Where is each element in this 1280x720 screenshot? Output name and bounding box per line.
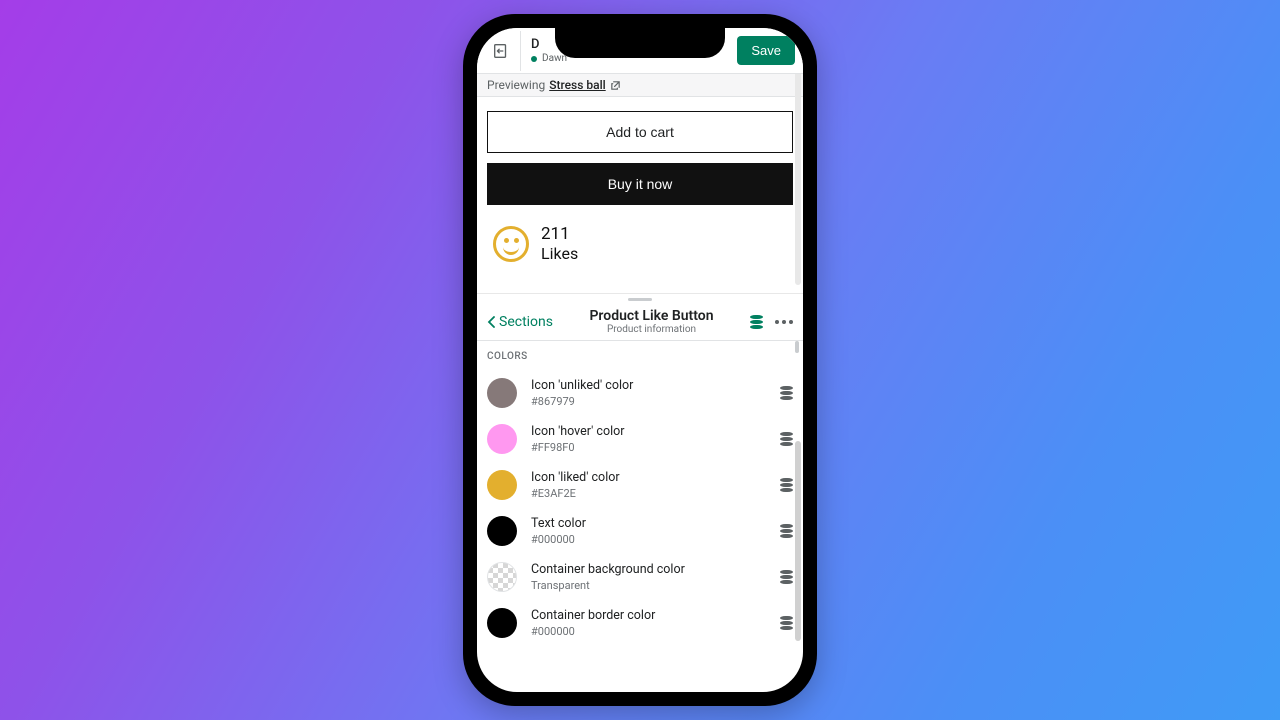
color-name: Text color [531,516,766,531]
buy-now-button[interactable]: Buy it now [487,163,793,205]
dynamic-source-icon[interactable] [750,315,763,329]
exit-icon [492,42,510,60]
preview-bar: Previewing Stress ball [477,74,803,97]
more-actions-button[interactable] [775,320,793,324]
settings-scrollbar[interactable] [795,351,801,641]
panel-subtitle: Product information [553,324,750,335]
external-link-icon [610,80,621,91]
phone-notch [555,28,725,58]
color-setting-row[interactable]: Icon 'liked' color #E3AF2E [487,462,793,508]
color-setting-row[interactable]: Text color #000000 [487,508,793,554]
color-name: Container border color [531,608,766,623]
back-to-sections[interactable]: Sections [487,314,553,330]
panel-drag-handle[interactable] [477,293,803,305]
color-value: #000000 [531,533,766,546]
dynamic-source-icon[interactable] [780,570,793,584]
color-name: Icon 'unliked' color [531,378,766,393]
color-swatch [487,378,517,408]
color-value: #E3AF2E [531,487,766,500]
preview-label: Previewing [487,78,545,92]
settings-panel: COLORS Icon 'unliked' color#867979Icon '… [477,341,803,692]
color-value: #FF98F0 [531,441,766,454]
color-value: #867979 [531,395,766,408]
color-setting-row[interactable]: Container border color #000000 [487,600,793,646]
smile-icon [493,226,529,262]
dynamic-source-icon[interactable] [780,478,793,492]
color-swatch [487,424,517,454]
preview-product-link[interactable]: Stress ball [549,78,605,92]
live-dot-icon [531,56,537,62]
back-label: Sections [499,314,553,330]
color-swatch [487,516,517,546]
phone-frame: D Dawn Save Previewing Stress ball Add t… [463,14,817,706]
dynamic-source-icon[interactable] [780,386,793,400]
panel-title: Product Like Button [553,308,750,324]
dynamic-source-icon[interactable] [780,524,793,538]
add-to-cart-button[interactable]: Add to cart [487,111,793,153]
chevron-left-icon [487,316,497,328]
color-swatch [487,608,517,638]
save-button[interactable]: Save [737,36,795,65]
panel-header: Sections Product Like Button Product inf… [477,305,803,341]
likes-count: 211 [541,225,578,245]
color-setting-row[interactable]: Icon 'unliked' color #867979 [487,370,793,416]
preview-area: Add to cart Buy it now 211 Likes [477,97,803,293]
likes-widget[interactable]: 211 Likes [493,225,793,263]
color-swatch [487,470,517,500]
dynamic-source-icon[interactable] [780,432,793,446]
color-value: Transparent [531,579,766,592]
colors-group-label: COLORS [487,351,793,362]
color-name: Icon 'hover' color [531,424,766,439]
color-swatch [487,562,517,592]
color-setting-row[interactable]: Container background color Transparent [487,554,793,600]
exit-editor-button[interactable] [481,31,521,71]
color-name: Container background color [531,562,766,577]
color-name: Icon 'liked' color [531,470,766,485]
color-setting-row[interactable]: Icon 'hover' color #FF98F0 [487,416,793,462]
color-value: #000000 [531,625,766,638]
screen: D Dawn Save Previewing Stress ball Add t… [477,28,803,692]
likes-label: Likes [541,245,578,263]
dynamic-source-icon[interactable] [780,616,793,630]
